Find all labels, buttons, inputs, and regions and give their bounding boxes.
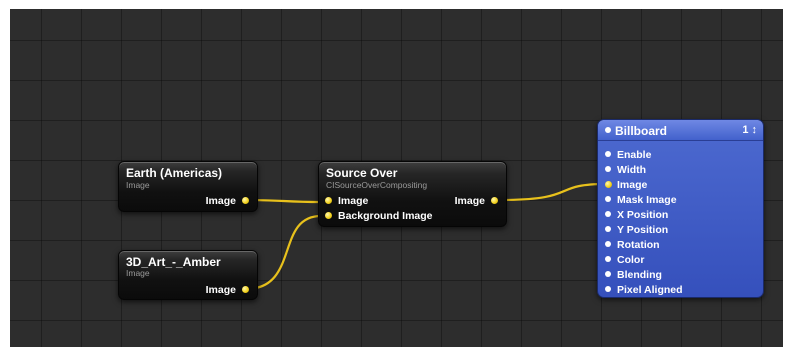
- port-label: Enable: [617, 149, 652, 161]
- port-label: Y Position: [617, 224, 669, 236]
- port-label: Image: [205, 284, 236, 296]
- port-dot-icon[interactable]: [605, 226, 611, 232]
- port-label: X Position: [617, 209, 669, 221]
- input-port-y-position[interactable]: Y Position: [605, 224, 668, 236]
- port-label: Blending: [617, 269, 662, 281]
- port-dot-icon[interactable]: [605, 166, 611, 172]
- port-label: Background Image: [338, 210, 433, 222]
- port-dot-icon[interactable]: [242, 197, 249, 204]
- port-label: Image: [617, 179, 648, 191]
- input-port-pixel-aligned[interactable]: Pixel Aligned: [605, 284, 683, 296]
- wire-sourceover-to-billboard[interactable]: [499, 182, 607, 202]
- patch-title: 3D_Art_-_Amber: [126, 255, 221, 269]
- input-port-x-position[interactable]: X Position: [605, 209, 668, 221]
- port-dot-icon[interactable]: [491, 197, 498, 204]
- status-dot-icon: [605, 127, 611, 133]
- port-dot-icon[interactable]: [605, 151, 611, 157]
- patch-title: Billboard: [615, 124, 668, 138]
- patch-title: Source Over: [326, 166, 398, 180]
- port-label: Image: [205, 195, 236, 207]
- input-port-image[interactable]: Image: [605, 179, 647, 191]
- input-port-blending[interactable]: Blending: [605, 269, 662, 281]
- port-dot-icon[interactable]: [325, 212, 332, 219]
- port-dot-icon[interactable]: [605, 271, 611, 277]
- billboard-header[interactable]: Billboard 1 ↕: [598, 120, 763, 141]
- output-port-image[interactable]: Image: [455, 195, 498, 207]
- port-label: Color: [617, 254, 645, 266]
- patch-title: Earth (Americas): [126, 166, 223, 180]
- output-port-image[interactable]: Image: [206, 284, 249, 296]
- billboard-patch[interactable]: Billboard 1 ↕ Enable Width Image Mask Im…: [597, 119, 764, 298]
- input-port-width[interactable]: Width: [605, 164, 646, 176]
- port-dot-icon[interactable]: [605, 256, 611, 262]
- port-label: Rotation: [617, 239, 660, 251]
- source-over-patch[interactable]: Source Over CISourceOverCompositing Imag…: [318, 161, 507, 227]
- patch-subtitle: Image: [126, 268, 150, 278]
- earth-americas-patch[interactable]: Earth (Americas) Image Image: [118, 161, 258, 212]
- port-dot-icon[interactable]: [605, 211, 611, 217]
- input-port-mask-image[interactable]: Mask Image: [605, 194, 677, 206]
- patch-subtitle: CISourceOverCompositing: [326, 180, 428, 190]
- input-port-image[interactable]: Image: [325, 195, 368, 207]
- port-dot-icon[interactable]: [605, 286, 611, 292]
- port-dot-icon[interactable]: [605, 181, 612, 188]
- input-port-background-image[interactable]: Background Image: [325, 210, 433, 222]
- port-label: Width: [617, 164, 647, 176]
- port-label: Image: [454, 195, 485, 207]
- port-label: Pixel Aligned: [617, 284, 683, 296]
- port-dot-icon[interactable]: [325, 197, 332, 204]
- output-port-image[interactable]: Image: [206, 195, 249, 207]
- port-label: Mask Image: [617, 194, 677, 206]
- editor-canvas[interactable]: Earth (Americas) Image Image 3D_Art_-_Am…: [10, 9, 783, 347]
- input-port-rotation[interactable]: Rotation: [605, 239, 660, 251]
- patch-subtitle: Image: [126, 180, 150, 190]
- port-dot-icon[interactable]: [605, 241, 611, 247]
- port-label: Image: [338, 195, 369, 207]
- port-dot-icon[interactable]: [605, 196, 611, 202]
- layer-stepper[interactable]: 1 ↕: [742, 124, 757, 136]
- input-port-enable[interactable]: Enable: [605, 149, 651, 161]
- port-dot-icon[interactable]: [242, 286, 249, 293]
- 3d-art-amber-patch[interactable]: 3D_Art_-_Amber Image Image: [118, 250, 258, 300]
- input-port-color[interactable]: Color: [605, 254, 644, 266]
